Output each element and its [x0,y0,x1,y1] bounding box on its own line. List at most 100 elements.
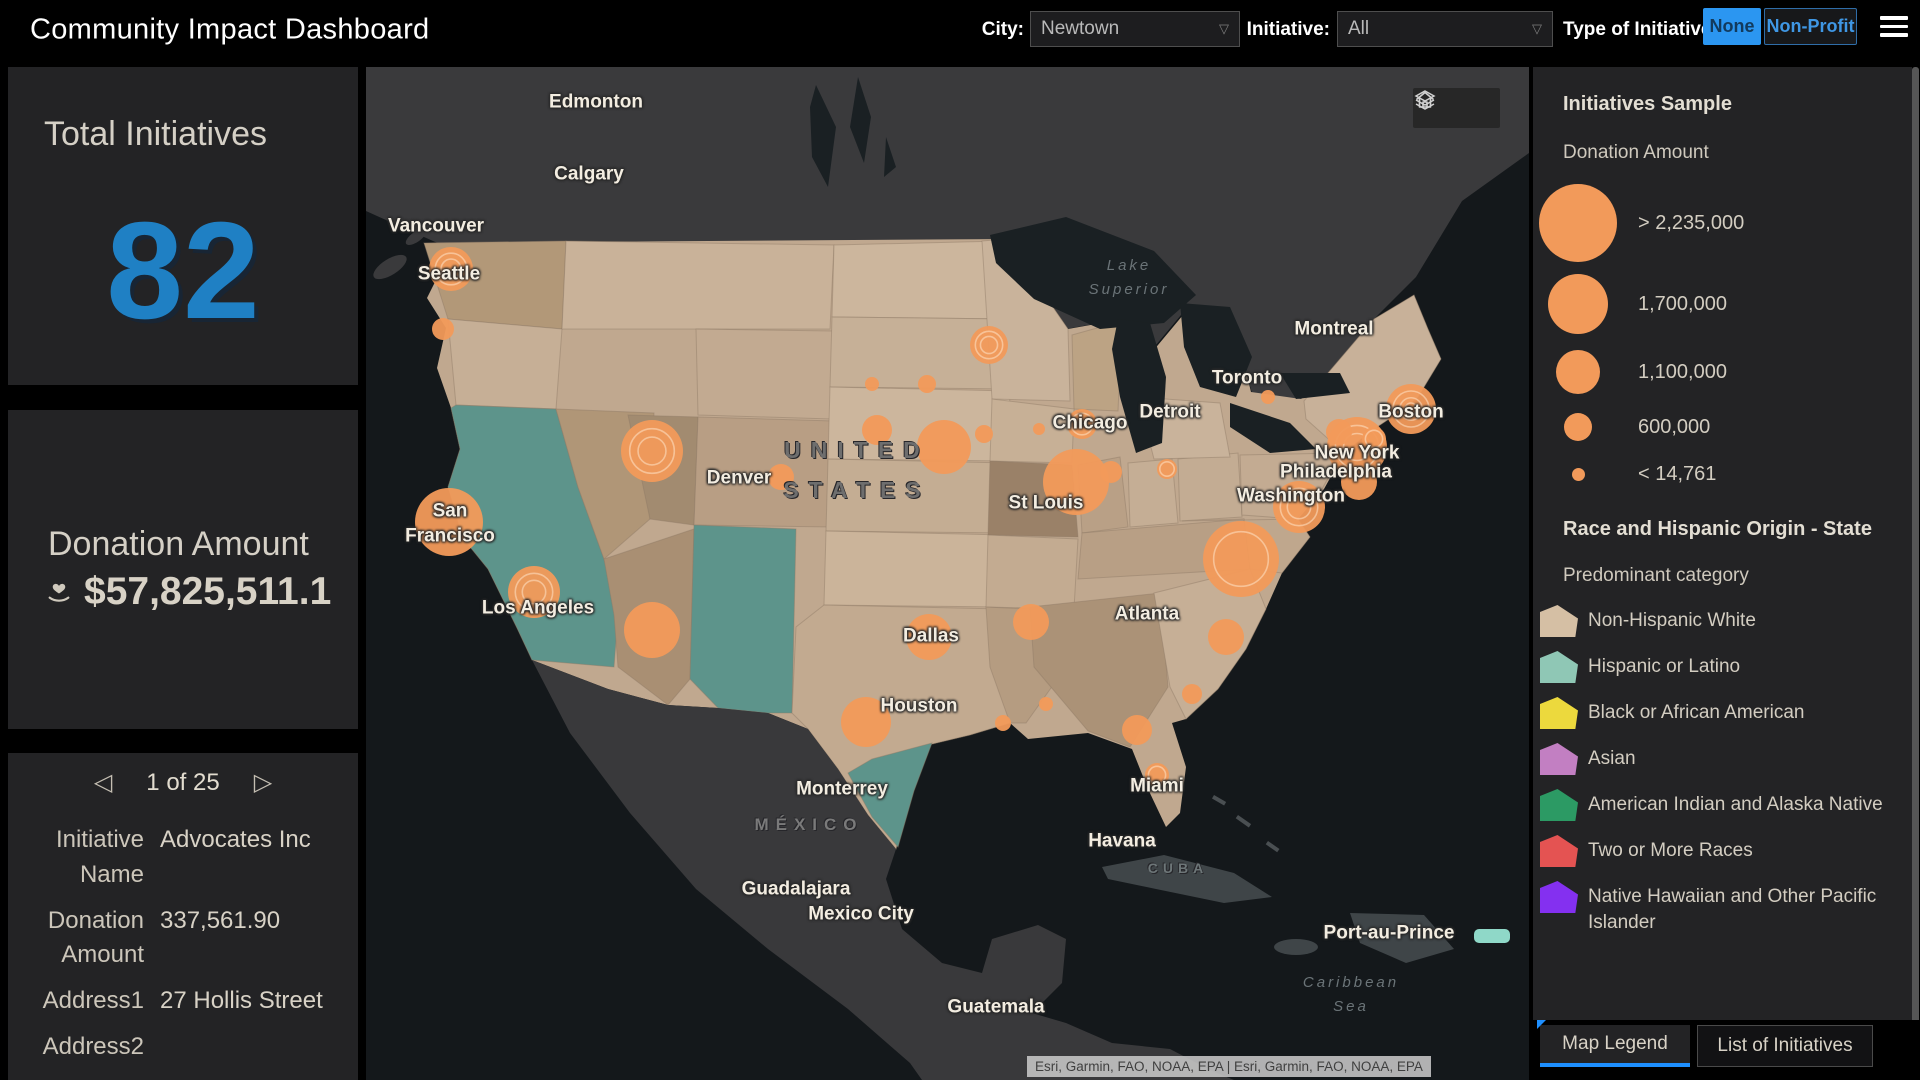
size-legend-row: < 14,761 [1533,452,1912,496]
category-swatch-icon [1540,605,1578,637]
category-row: Hispanic or Latino [1533,651,1912,683]
donation-bubble[interactable] [995,715,1011,731]
size-legend-label: 1,100,000 [1638,360,1727,383]
detail-label: City [22,1076,144,1080]
category-label: Hispanic or Latino [1588,656,1741,677]
donation-amount-value: $57,825,511.1 [84,570,332,613]
tab-list-of-initiatives[interactable]: List of Initiatives [1697,1025,1873,1067]
type-of-initiative-label: Type of Initiative [1563,18,1712,40]
total-initiatives-panel: Total Initiatives 82 [8,67,358,385]
detail-row: Address1 27 Hollis Street [22,984,340,1019]
donation-bubble[interactable] [906,614,952,660]
map-canvas[interactable] [366,67,1529,1080]
size-legend-row: > 2,235,000 [1533,180,1912,266]
donation-bubble[interactable] [432,318,454,340]
donation-bubble[interactable] [862,415,892,445]
donation-bubble[interactable] [768,464,794,490]
category-label: Two or More Races [1588,840,1753,861]
details-pager: ◁ 1 of 25 ▷ [8,769,358,797]
category-label: Non-Hispanic White [1588,610,1756,631]
donation-bubble[interactable] [1100,461,1122,483]
size-legend-row: 1,700,000 [1533,266,1912,342]
puerto-rico-island [1474,929,1510,943]
detail-row: Donation Amount 337,561.90 [22,904,340,974]
type-toggle-nonprofit[interactable]: Non-Profit [1764,8,1857,45]
size-legend: > 2,235,000 1,700,000 1,100,000 600,000 < 14… [1533,180,1912,496]
size-legend-label: 600,000 [1638,415,1711,438]
chevron-down-icon: ▽ [1532,21,1542,36]
category-legend: Non-Hispanic White Hispanic or Latino Blac… [1533,605,1912,936]
size-legend-circle [1556,350,1600,394]
category-row: Asian [1533,743,1912,775]
donation-bubble[interactable] [1341,464,1377,500]
donation-bubble[interactable] [1326,419,1352,445]
detail-row: Address2 [22,1030,340,1065]
size-legend-circle [1564,413,1592,441]
legend-subtitle: Donation Amount [1563,142,1709,163]
previous-page-icon[interactable]: ◁ [94,771,112,795]
donation-bubble[interactable] [865,377,879,391]
page-title: Community Impact Dashboard [30,13,430,45]
category-swatch-icon [1540,789,1578,821]
donation-bubble[interactable] [415,488,483,556]
legend-panel: Initiatives Sample Donation Amount > 2,2… [1533,67,1912,1020]
next-page-icon[interactable]: ▷ [254,771,272,795]
category-label: American Indian and Alaska Native [1588,794,1883,815]
donation-bubble[interactable] [1208,619,1244,655]
total-initiatives-value: 82 [106,194,260,348]
category-swatch-icon [1540,697,1578,729]
donation-amount-panel: Donation Amount $57,825,511.1 [8,410,358,729]
donation-bubble[interactable] [841,697,891,747]
tab-map-legend[interactable]: Map Legend [1540,1025,1690,1067]
map-attribution: Esri, Garmin, FAO, NOAA, EPA | Esri, Gar… [1027,1056,1431,1077]
donation-bubble[interactable] [917,420,971,474]
layers-icon[interactable] [1413,88,1437,112]
scroll-indicator-icon [1537,1020,1546,1029]
donation-bubble[interactable] [918,375,936,393]
detail-label: Initiative Name [55,826,144,888]
total-initiatives-title: Total Initiatives [44,115,267,153]
page-indicator: 1 of 25 [146,769,220,796]
initiative-select[interactable]: All ▽ [1337,11,1553,47]
detail-label: Address1 [42,987,144,1015]
initiative-select-value: All [1348,18,1370,39]
city-select-value: Newtown [1041,18,1120,39]
category-row: Black or African American [1533,697,1912,729]
category-row: Non-Hispanic White [1533,605,1912,637]
map-panel[interactable]: Edmonton Calgary Vancouver Seattle San Franc… [366,67,1529,1080]
legend-scrollbar[interactable] [1912,67,1919,1080]
category-label: Black or African American [1588,702,1805,723]
donation-amount-title: Donation Amount [48,525,309,563]
donation-bubble[interactable] [1013,604,1049,640]
donation-bubble[interactable] [624,602,680,658]
size-legend-label: < 14,761 [1638,462,1717,485]
race-legend-subtitle: Predominant category [1563,565,1749,586]
size-legend-label: 1,700,000 [1638,292,1727,315]
initiative-filter-label: Initiative: [1246,18,1330,40]
category-swatch-icon [1540,881,1578,913]
city-select[interactable]: Newtown ▽ [1030,11,1240,47]
detail-row: City Framingham [22,1076,340,1080]
donation-bubble[interactable] [1039,697,1053,711]
hand-heart-icon [48,583,70,602]
category-swatch-icon [1540,835,1578,867]
detail-value: 27 Hollis Street [160,987,323,1015]
details-field-list: Initiative Name Advocates Inc Donation Amo… [22,823,340,1080]
category-label: Native Hawaiian and Other Pacific Island… [1588,886,1877,934]
size-legend-circle [1548,274,1608,334]
donation-bubble[interactable] [1261,390,1275,404]
legend-title: Initiatives Sample [1563,93,1732,115]
donation-bubble[interactable] [1182,684,1202,704]
jamaica-island [1274,939,1318,955]
menu-icon[interactable] [1880,16,1910,42]
legend-tabbar: Map Legend List of Initiatives [1533,1020,1920,1080]
type-toggle-none[interactable]: None [1703,8,1761,45]
detail-value: Advocates Inc [160,826,311,853]
detail-value: 337,561.90 [160,906,281,934]
donation-bubble[interactable] [1122,715,1152,745]
donation-bubble[interactable] [1043,449,1109,515]
map-controls [1413,88,1500,128]
donation-bubble[interactable] [1033,423,1045,435]
initiative-details-panel: ◁ 1 of 25 ▷ Initiative Name Advocates Inc… [8,753,358,1080]
donation-bubble[interactable] [975,425,993,443]
